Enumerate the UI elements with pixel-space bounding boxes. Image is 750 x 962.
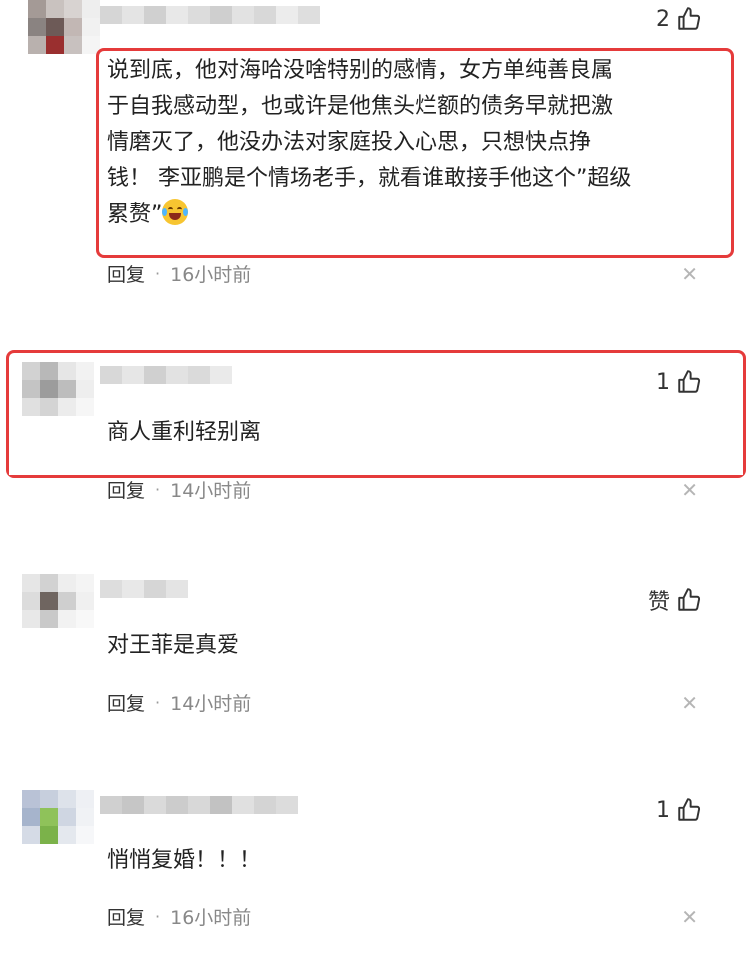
highlight-cover: [9, 470, 743, 475]
comment-meta: 回复 · 14小时前: [107, 476, 251, 503]
highlight-box: [6, 350, 746, 478]
like-count: 2: [656, 6, 670, 32]
close-icon[interactable]: ✕: [681, 262, 698, 286]
comment-meta: 回复 · 16小时前: [107, 260, 251, 287]
avatar[interactable]: [22, 574, 94, 628]
username[interactable]: [100, 580, 188, 598]
separator-dot: ·: [155, 264, 161, 283]
timestamp: 16小时前: [170, 907, 252, 929]
avatar[interactable]: [28, 0, 100, 54]
like-button[interactable]: 赞: [648, 584, 702, 616]
highlight-box: [96, 48, 734, 258]
thumbs-up-icon: [678, 7, 701, 30]
comment-text: 悄悄复婚！！！: [107, 848, 262, 873]
comment-text: 对王菲是真爱: [107, 633, 240, 658]
thumbs-up-icon: [678, 798, 701, 821]
comment-meta: 回复 · 16小时前: [107, 903, 251, 930]
timestamp: 14小时前: [170, 693, 252, 715]
like-count: 赞: [647, 590, 670, 615]
reply-button[interactable]: 回复: [107, 689, 145, 716]
like-button[interactable]: 2: [656, 6, 702, 32]
timestamp: 16小时前: [170, 264, 252, 286]
timestamp: 14小时前: [170, 480, 252, 502]
reply-button[interactable]: 回复: [107, 476, 145, 503]
reply-button[interactable]: 回复: [107, 903, 145, 930]
like-button[interactable]: 1: [656, 797, 702, 823]
avatar[interactable]: [22, 790, 94, 844]
comment-meta: 回复 · 14小时前: [107, 689, 251, 716]
username[interactable]: [100, 796, 298, 814]
reply-button[interactable]: 回复: [107, 260, 145, 287]
close-icon[interactable]: ✕: [681, 478, 698, 502]
username[interactable]: [100, 6, 320, 24]
close-icon[interactable]: ✕: [681, 905, 698, 929]
like-count: 1: [656, 797, 670, 823]
separator-dot: ·: [155, 907, 161, 926]
separator-dot: ·: [155, 480, 161, 499]
close-icon[interactable]: ✕: [681, 691, 698, 715]
separator-dot: ·: [155, 693, 161, 712]
thumbs-up-icon: [678, 588, 701, 611]
